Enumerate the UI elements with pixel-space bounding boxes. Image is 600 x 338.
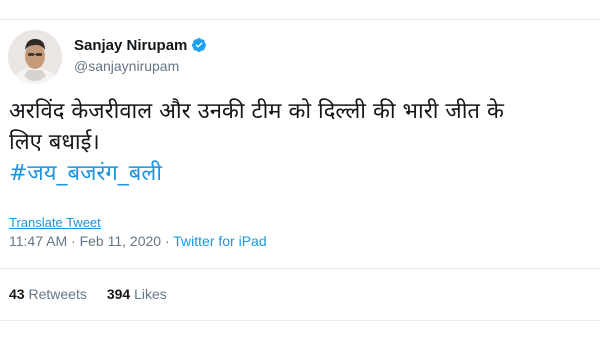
tweet-text: अरविंद केजरीवाल और उनकी टीम को दिल्ली की… (9, 96, 599, 189)
retweets-label: Retweets (28, 286, 87, 302)
author-handle[interactable]: @sanjaynirupam (74, 58, 179, 74)
avatar[interactable] (8, 30, 62, 84)
author-name-row: Sanjay Nirupam (74, 35, 207, 55)
tweet-date[interactable]: Feb 11, 2020 (80, 233, 161, 249)
tweet-source-link[interactable]: Twitter for iPad (173, 233, 266, 249)
translate-tweet-link[interactable]: Translate Tweet (9, 215, 101, 230)
retweets-stat[interactable]: 43 Retweets (9, 286, 87, 302)
tweet-time[interactable]: 11:47 AM (9, 233, 67, 249)
verified-badge-icon (192, 38, 207, 52)
author-display-name[interactable]: Sanjay Nirupam (74, 37, 187, 54)
stats-top-divider (0, 268, 600, 269)
tweet-meta: 11:47 AM · Feb 11, 2020 · Twitter for iP… (9, 233, 267, 249)
likes-count: 394 (106, 286, 131, 302)
engagement-stats: 43 Retweets 394 Likes (9, 286, 167, 302)
meta-separator: · (67, 233, 80, 249)
tweet-text-line-1: अरविंद केजरीवाल और उनकी टीम को दिल्ली की… (9, 99, 504, 124)
stats-bottom-divider (0, 320, 600, 321)
avatar-image (8, 30, 62, 84)
meta-separator: · (161, 233, 174, 249)
top-divider (0, 19, 600, 20)
tweet-text-line-2: लिए बधाई। (9, 130, 100, 155)
likes-label: Likes (134, 286, 167, 302)
likes-stat[interactable]: 394 Likes (107, 286, 167, 302)
hashtag-link[interactable]: #जय_बजरंग_बली (9, 158, 599, 189)
retweets-count: 43 (9, 286, 25, 302)
